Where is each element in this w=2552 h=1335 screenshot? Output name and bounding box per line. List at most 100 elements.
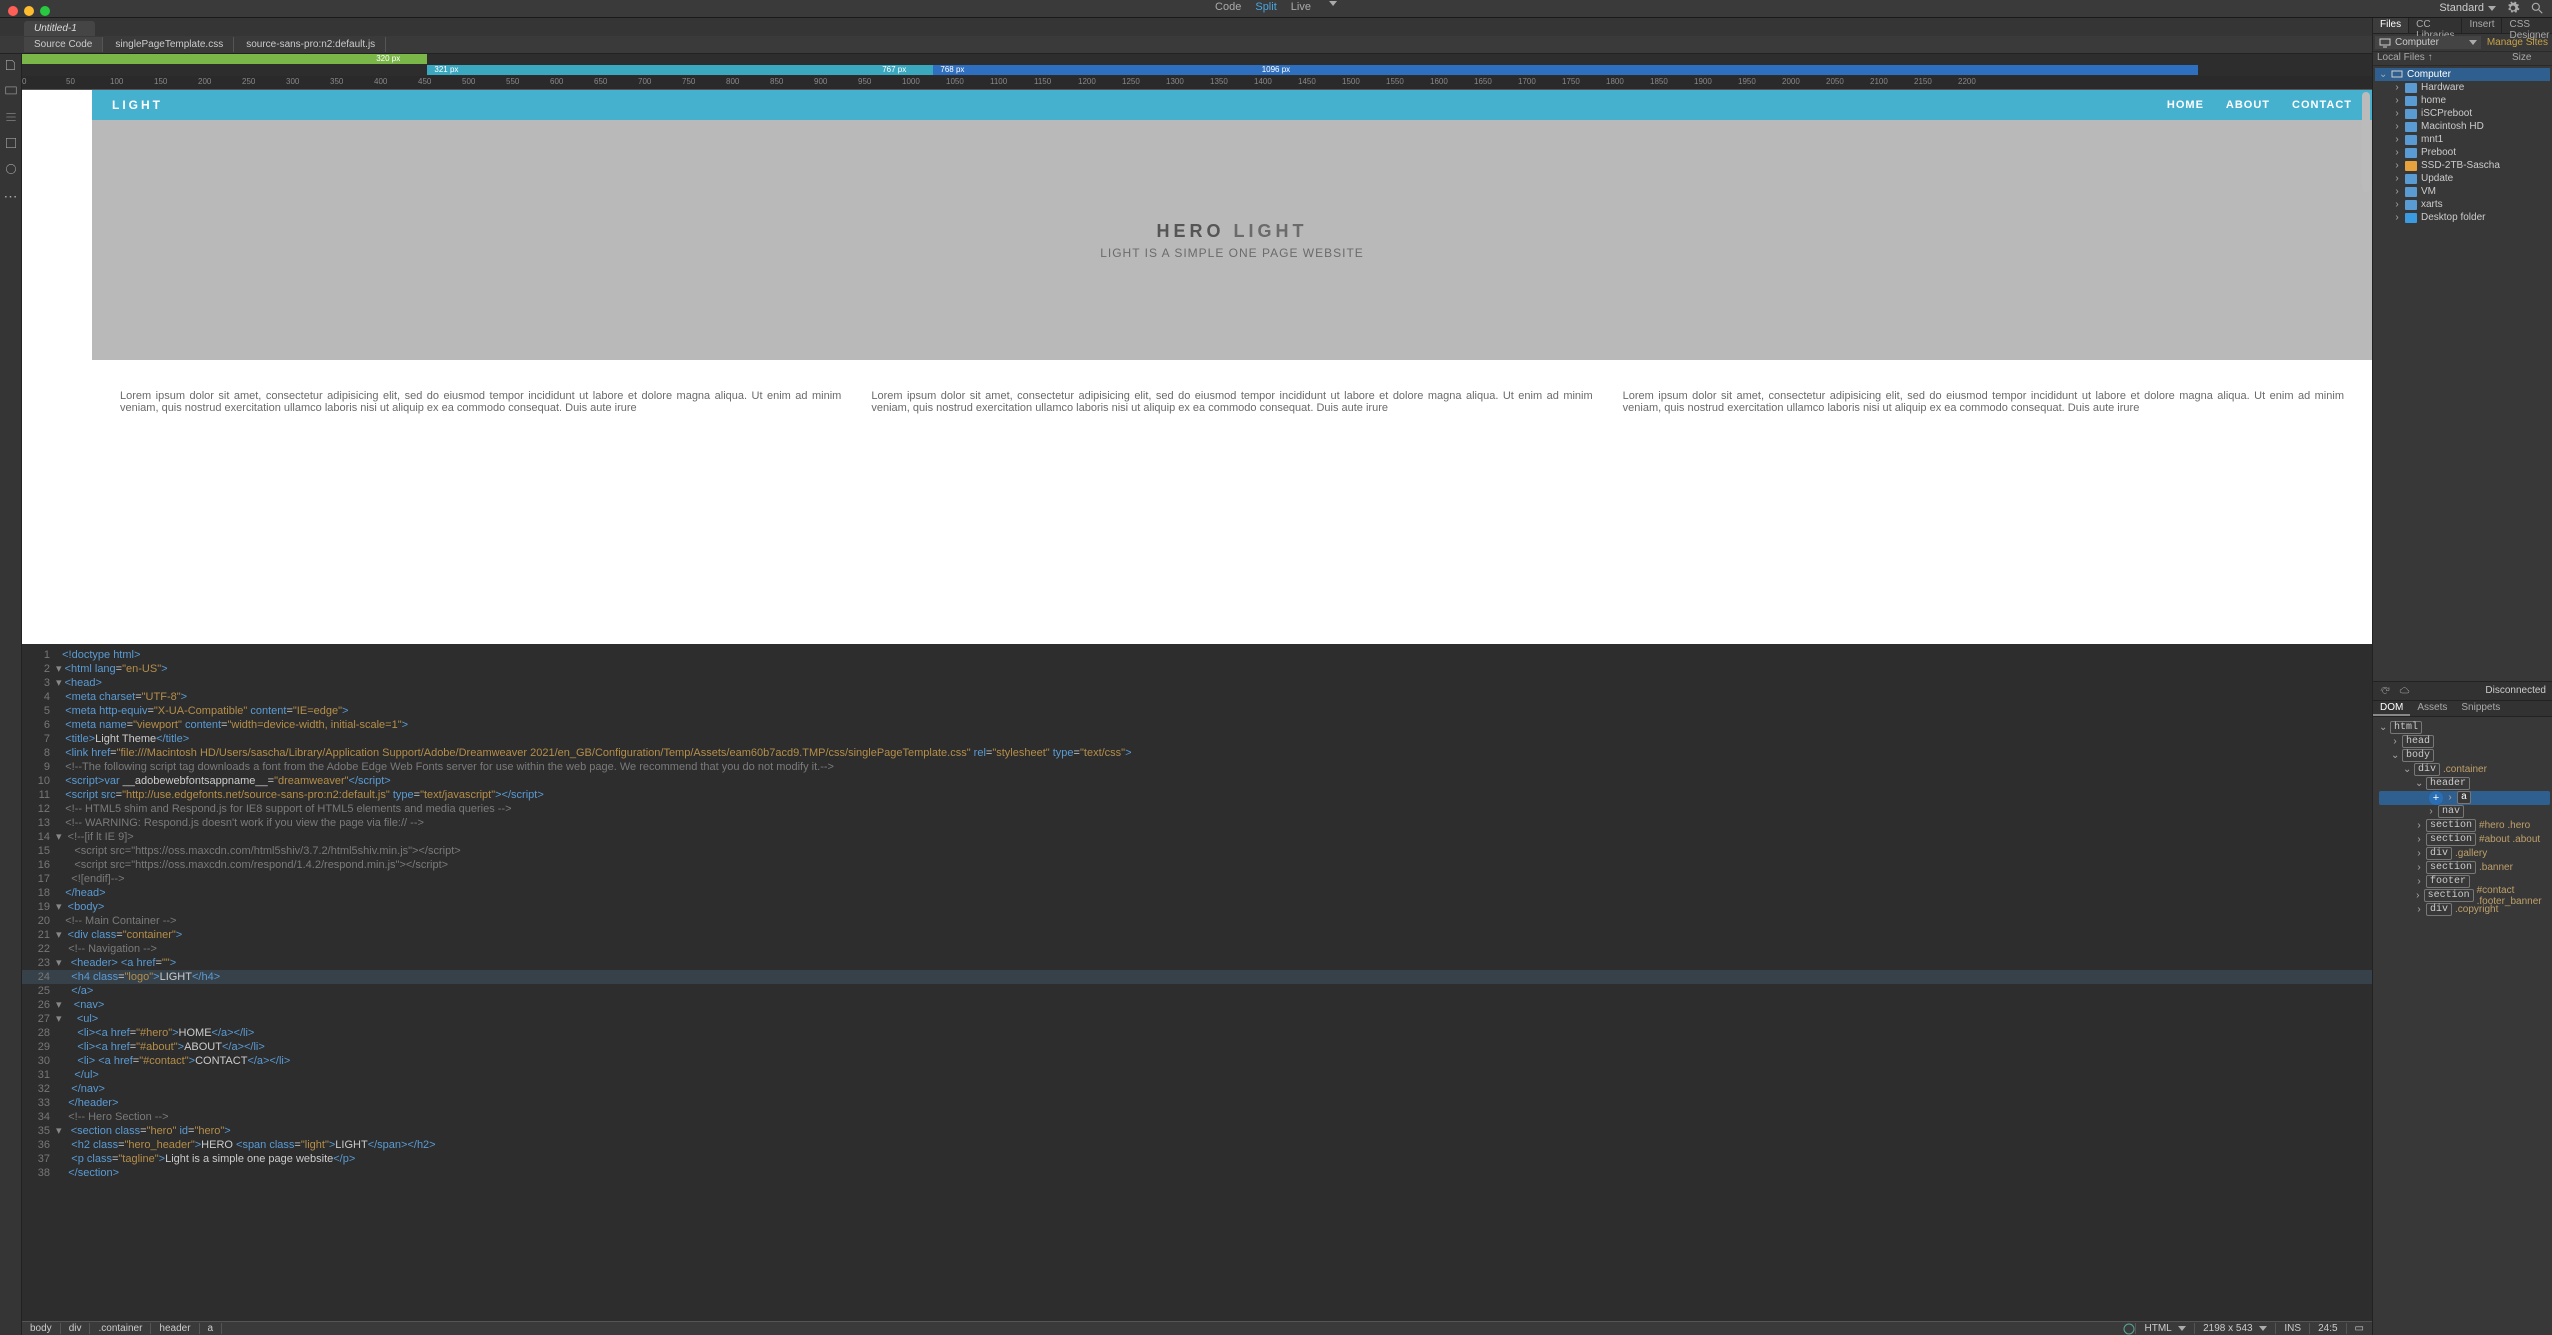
dom-tree-row[interactable]: ›head (2379, 735, 2550, 749)
code-line[interactable]: 31 </ul> (22, 1068, 2372, 1082)
file-tree-row[interactable]: ›Preboot (2375, 146, 2550, 159)
view-live[interactable]: Live (1291, 1, 1311, 13)
code-line[interactable]: 30 <li> <a href="#contact">CONTACT</a></… (22, 1054, 2372, 1068)
file-tree-row[interactable]: ›SSD-2TB-Sascha (2375, 159, 2550, 172)
file-tree-row[interactable]: ›Macintosh HD (2375, 120, 2550, 133)
view-split[interactable]: Split (1255, 1, 1276, 13)
file-tree-row[interactable]: ›xarts (2375, 198, 2550, 211)
status-size[interactable]: 2198 x 543 (2194, 1323, 2275, 1334)
minimize-window-button[interactable] (24, 6, 34, 16)
manage-sites-link[interactable]: Manage Sites (2483, 37, 2552, 48)
preview-nav-contact[interactable]: CONTACT (2292, 99, 2352, 111)
preview-hero[interactable]: HERO LIGHT LIGHT IS A SIMPLE ONE PAGE WE… (92, 120, 2372, 360)
dom-tree-row[interactable]: ⌄html (2379, 721, 2550, 735)
code-line[interactable]: 34 <!-- Hero Section --> (22, 1110, 2372, 1124)
search-icon[interactable] (2530, 1, 2544, 15)
source-tab-source-code[interactable]: Source Code (24, 37, 103, 52)
live-view-scrollbar[interactable] (2362, 92, 2370, 642)
subtab-dom[interactable]: DOM (2373, 701, 2410, 716)
add-element-icon[interactable]: + (2429, 791, 2443, 805)
code-line[interactable]: 36 <h2 class="hero_header">HERO <span cl… (22, 1138, 2372, 1152)
code-line[interactable]: 18 </head> (22, 886, 2372, 900)
tag-crumb-div[interactable]: div (61, 1323, 91, 1334)
mq-range-321-767[interactable] (427, 65, 933, 75)
panel-tab-insert[interactable]: Insert (2462, 18, 2502, 33)
code-line[interactable]: 23▾ <header> <a href=""> (22, 956, 2372, 970)
panel-tab-cssdesigner[interactable]: CSS Designer (2502, 18, 2552, 33)
files-tree[interactable]: ⌄Computer›Hardware›home›iSCPreboot›Macin… (2373, 66, 2552, 681)
dom-tree-row[interactable]: ›nav (2379, 805, 2550, 819)
preview-logo[interactable]: LIGHT (112, 98, 2167, 112)
file-management-icon[interactable] (4, 58, 18, 72)
mq-range-max320[interactable] (22, 54, 427, 64)
maximize-window-button[interactable] (40, 6, 50, 16)
code-line[interactable]: 24 <h4 class="logo">LIGHT</h4> (22, 970, 2372, 984)
source-tab-css[interactable]: singlePageTemplate.css (105, 37, 234, 52)
code-line[interactable]: 26▾ <nav> (22, 998, 2372, 1012)
code-line[interactable]: 8 <link href="file:///Macintosh HD/Users… (22, 746, 2372, 760)
view-code[interactable]: Code (1215, 1, 1241, 13)
code-line[interactable]: 21▾ <div class="container"> (22, 928, 2372, 942)
close-window-button[interactable] (8, 6, 18, 16)
file-tree-row[interactable]: ›home (2375, 94, 2550, 107)
file-tree-row[interactable]: ›mnt1 (2375, 133, 2550, 146)
code-line[interactable]: 2▾ <html lang="en-US"> (22, 662, 2372, 676)
code-line[interactable]: 10 <script>var __adobewebfontsappname__=… (22, 774, 2372, 788)
code-line[interactable]: 20 <!-- Main Container --> (22, 914, 2372, 928)
code-line[interactable]: 14▾ <!--[if lt IE 9]> (22, 830, 2372, 844)
status-lang[interactable]: HTML (2135, 1323, 2194, 1334)
code-line[interactable]: 6 <meta name="viewport" content="width=d… (22, 718, 2372, 732)
code-line[interactable]: 22 <!-- Navigation --> (22, 942, 2372, 956)
code-line[interactable]: 17 <![endif]--> (22, 872, 2372, 886)
preview-header[interactable]: LIGHT HOME ABOUT CONTACT (92, 90, 2372, 120)
code-line[interactable]: 16 <script src="https://oss.maxcdn.com/r… (22, 858, 2372, 872)
code-line[interactable]: 33 </header> (22, 1096, 2372, 1110)
dom-tree-row[interactable]: ⌄body (2379, 749, 2550, 763)
inspect-icon[interactable] (4, 162, 18, 176)
file-tree-row[interactable]: ›Hardware (2375, 81, 2550, 94)
code-line[interactable]: 4 <meta charset="UTF-8"> (22, 690, 2372, 704)
tag-crumb-header[interactable]: header (151, 1323, 199, 1334)
code-line[interactable]: 35▾ <section class="hero" id="hero"> (22, 1124, 2372, 1138)
file-tree-row[interactable]: ⌄Computer (2375, 68, 2550, 81)
code-line[interactable]: 19▾ <body> (22, 900, 2372, 914)
horizontal-ruler[interactable]: 0501001502002503003504004505005506006507… (22, 76, 2552, 90)
dom-tree-row[interactable]: ›section#contact .footer_banner (2379, 889, 2550, 903)
files-column-header[interactable]: Local Files ↑ Size (2373, 52, 2552, 66)
dom-tree-row[interactable]: ›section#hero .hero (2379, 819, 2550, 833)
dom-tree[interactable]: ⌄html›head⌄body⌄div.container⌄header+›a›… (2373, 717, 2552, 1335)
document-tab[interactable]: Untitled-1 (24, 21, 95, 36)
customize-toolbar-icon[interactable]: ⋯ (4, 188, 18, 205)
dom-tree-row[interactable]: +›a (2379, 791, 2550, 805)
file-tree-row[interactable]: ›VM (2375, 185, 2550, 198)
source-tab-js[interactable]: source-sans-pro:n2:default.js (236, 37, 386, 52)
live-code-icon[interactable] (4, 136, 18, 150)
sync-settings-icon[interactable] (2506, 1, 2520, 15)
subtab-snippets[interactable]: Snippets (2454, 701, 2507, 716)
preview-icon[interactable] (4, 84, 18, 98)
site-selector[interactable]: Computer (2375, 36, 2481, 49)
dom-tree-row[interactable]: ⌄div.container (2379, 763, 2550, 777)
code-line[interactable]: 15 <script src="https://oss.maxcdn.com/h… (22, 844, 2372, 858)
code-line[interactable]: 37 <p class="tagline">Light is a simple … (22, 1152, 2372, 1166)
live-view-pane[interactable]: LIGHT HOME ABOUT CONTACT HERO LIGHT LIGH… (22, 90, 2372, 644)
code-line[interactable]: 32 </nav> (22, 1082, 2372, 1096)
code-line[interactable]: 28 <li><a href="#hero">HOME</a></li> (22, 1026, 2372, 1040)
code-line[interactable]: 13 <!-- WARNING: Respond.js doesn't work… (22, 816, 2372, 830)
dom-tree-row[interactable]: ⌄header (2379, 777, 2550, 791)
expand-all-icon[interactable] (4, 110, 18, 124)
code-line[interactable]: 11 <script src="http://use.edgefonts.net… (22, 788, 2372, 802)
panel-tab-files[interactable]: Files (2373, 18, 2409, 33)
file-tree-row[interactable]: ›Update (2375, 172, 2550, 185)
dom-tree-row[interactable]: ›section#about .about (2379, 833, 2550, 847)
tag-crumb-body[interactable]: body (22, 1323, 61, 1334)
dom-tree-row[interactable]: ›div.gallery (2379, 847, 2550, 861)
preview-nav-home[interactable]: HOME (2167, 99, 2204, 111)
mq-range-768-1096[interactable] (933, 65, 2198, 75)
status-preview-icon[interactable]: ▭ (2346, 1323, 2372, 1334)
tag-crumb-a[interactable]: a (200, 1323, 223, 1334)
view-dropdown-icon[interactable] (1329, 1, 1337, 6)
code-line[interactable]: 9 <!--The following script tag downloads… (22, 760, 2372, 774)
code-line[interactable]: 1 <!doctype html> (22, 648, 2372, 662)
preview-nav-about[interactable]: ABOUT (2226, 99, 2270, 111)
